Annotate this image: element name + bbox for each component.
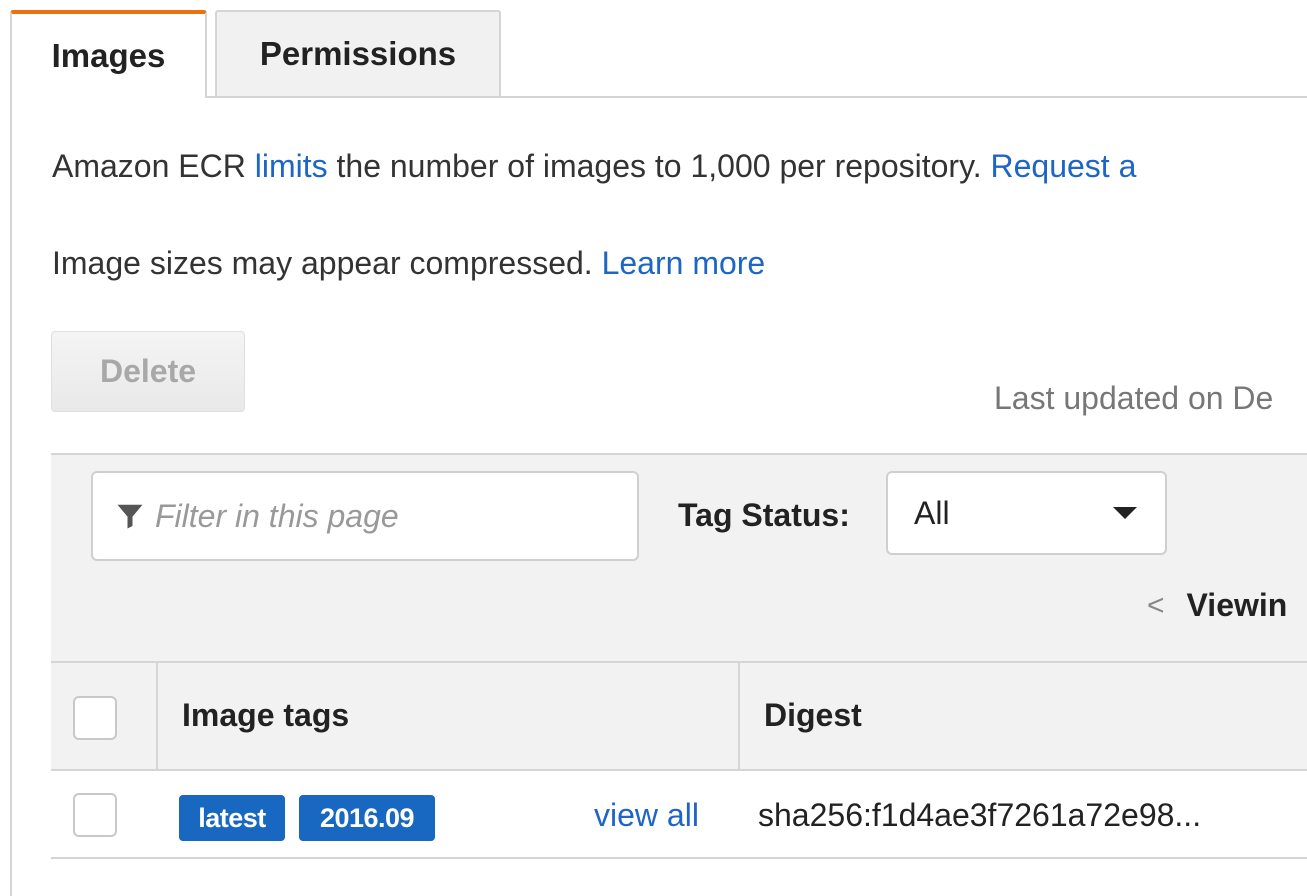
viewing-label: Viewin — [1186, 587, 1288, 623]
chevron-down-icon — [1113, 507, 1137, 519]
ecr-repository-page: Images Permissions Amazon ECR limits the… — [0, 0, 1307, 896]
filter-input[interactable] — [153, 496, 627, 536]
tab-permissions-label: Permissions — [259, 35, 457, 72]
filter-toolbar: Tag Status: All < Viewin — [51, 453, 1307, 663]
row-checkbox[interactable] — [73, 793, 117, 837]
compression-notice: Image sizes may appear compressed. Learn… — [52, 245, 765, 282]
tab-images-label: Images — [51, 37, 166, 74]
delete-button[interactable]: Delete — [51, 331, 245, 412]
select-all-checkbox[interactable] — [73, 696, 117, 740]
panel-border — [10, 96, 12, 896]
image-tag-badge: 2016.09 — [299, 795, 435, 841]
funnel-icon — [117, 504, 143, 529]
table-row: latest 2016.09 view all sha256:f1d4ae3f7… — [51, 771, 1307, 859]
pagination: < Viewin — [1147, 587, 1287, 624]
tag-status-select[interactable]: All — [886, 471, 1167, 555]
chevron-left-icon[interactable]: < — [1147, 589, 1165, 623]
tab-permissions[interactable]: Permissions — [215, 10, 501, 96]
tab-images[interactable]: Images — [10, 10, 207, 98]
column-header-digest[interactable]: Digest — [764, 697, 862, 734]
tab-divider — [207, 96, 1307, 98]
image-tag-badge: latest — [179, 795, 285, 841]
tag-status-label: Tag Status: — [678, 497, 850, 533]
column-divider — [156, 663, 158, 771]
last-updated-text: Last updated on De — [994, 380, 1274, 416]
tag-status-value: All — [914, 494, 950, 531]
column-header-image-tags[interactable]: Image tags — [182, 697, 349, 734]
image-limit-notice: Amazon ECR limits the number of images t… — [52, 148, 1136, 185]
image-digest: sha256:f1d4ae3f7261a72e98... — [758, 797, 1202, 833]
notice-text-middle: the number of images to 1,000 per reposi… — [327, 148, 991, 184]
filter-input-container[interactable] — [91, 471, 639, 561]
notice-text-prefix: Amazon ECR — [52, 148, 255, 184]
request-limit-increase-link[interactable]: Request a — [990, 148, 1136, 184]
learn-more-link[interactable]: Learn more — [602, 245, 766, 281]
delete-button-label: Delete — [99, 353, 197, 389]
compression-notice-text: Image sizes may appear compressed. — [52, 245, 602, 281]
column-divider — [738, 663, 740, 771]
limits-link[interactable]: limits — [255, 148, 328, 184]
table-header: Image tags Digest — [51, 661, 1307, 771]
view-all-tags-link[interactable]: view all — [594, 797, 699, 834]
